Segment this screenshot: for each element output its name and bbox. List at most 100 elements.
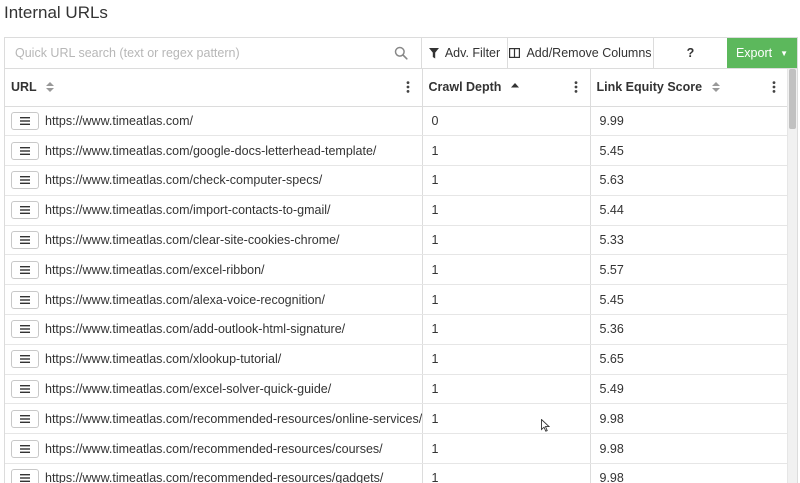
- sort-icon[interactable]: [45, 81, 54, 95]
- row-menu-button[interactable]: [11, 350, 39, 369]
- row-menu-button[interactable]: [11, 320, 39, 339]
- columns-icon: [509, 48, 521, 58]
- url-link[interactable]: https://www.timeatlas.com/recommended-re…: [45, 412, 421, 426]
- column-header-link-equity-score[interactable]: Link Equity Score: [590, 69, 788, 107]
- link-equity-score-cell: 5.33: [590, 225, 788, 256]
- url-link[interactable]: https://www.timeatlas.com/alexa-voice-re…: [45, 293, 325, 307]
- url-cell: https://www.timeatlas.com/add-outlook-ht…: [5, 314, 423, 345]
- crawl-depth-cell: 1: [422, 195, 591, 226]
- url-cell: https://www.timeatlas.com/import-contact…: [5, 195, 423, 226]
- table-row[interactable]: https://www.timeatlas.com/recommended-re…: [5, 463, 788, 483]
- table-row[interactable]: https://www.timeatlas.com/recommended-re…: [5, 403, 788, 435]
- url-link[interactable]: https://www.timeatlas.com/recommended-re…: [45, 442, 383, 456]
- crawl-depth-cell: 1: [422, 135, 591, 167]
- link-equity-score-cell: 5.45: [590, 135, 788, 167]
- row-menu-button[interactable]: [11, 409, 39, 428]
- add-remove-columns-label: Add/Remove Columns: [526, 46, 652, 60]
- row-menu-button[interactable]: [11, 380, 39, 399]
- url-cell: https://www.timeatlas.com/recommended-re…: [5, 463, 423, 483]
- crawl-depth-cell: 1: [422, 284, 591, 316]
- table-row[interactable]: https://www.timeatlas.com/0 9.99: [5, 106, 788, 137]
- column-menu-icon[interactable]: [772, 81, 776, 96]
- url-cell: https://www.timeatlas.com/: [5, 106, 423, 137]
- link-equity-score-cell: 5.45: [590, 284, 788, 316]
- link-equity-score-cell: 5.63: [590, 165, 788, 196]
- link-equity-score-cell: 5.57: [590, 254, 788, 286]
- crawl-depth-cell: 1: [422, 374, 591, 405]
- link-equity-score-cell: 5.49: [590, 374, 788, 405]
- url-cell: https://www.timeatlas.com/google-docs-le…: [5, 135, 423, 167]
- url-table: URL Crawl Depth Link Equity Score https:…: [5, 69, 788, 483]
- link-equity-score-cell: 5.65: [590, 344, 788, 375]
- column-header-url[interactable]: URL: [5, 69, 423, 107]
- crawl-depth-cell: 1: [422, 225, 591, 256]
- scrollbar-thumb[interactable]: [789, 69, 796, 129]
- row-menu-button[interactable]: [11, 141, 39, 160]
- filter-icon: [428, 47, 439, 58]
- url-cell: https://www.timeatlas.com/check-computer…: [5, 165, 423, 196]
- table-row[interactable]: https://www.timeatlas.com/xlookup-tutori…: [5, 344, 788, 375]
- link-equity-score-cell: 9.98: [590, 463, 788, 483]
- table-row[interactable]: https://www.timeatlas.com/excel-ribbon/1…: [5, 254, 788, 286]
- crawl-depth-cell: 1: [422, 403, 591, 435]
- url-cell: https://www.timeatlas.com/excel-solver-q…: [5, 374, 423, 405]
- link-equity-score-cell: 9.98: [590, 403, 788, 435]
- url-cell: https://www.timeatlas.com/recommended-re…: [5, 403, 423, 435]
- column-header-crawl-depth[interactable]: Crawl Depth: [422, 69, 591, 107]
- row-menu-button[interactable]: [11, 111, 39, 130]
- sort-ascending-icon[interactable]: [510, 81, 519, 95]
- table-row[interactable]: https://www.timeatlas.com/recommended-re…: [5, 433, 788, 465]
- crawl-depth-cell: 1: [422, 165, 591, 196]
- url-link[interactable]: https://www.timeatlas.com/excel-ribbon/: [45, 263, 265, 277]
- export-label: Export: [735, 46, 773, 60]
- url-link[interactable]: https://www.timeatlas.com/add-outlook-ht…: [45, 322, 345, 336]
- row-menu-button[interactable]: [11, 290, 39, 309]
- row-menu-button[interactable]: [11, 171, 39, 190]
- url-link[interactable]: https://www.timeatlas.com/xlookup-tutori…: [45, 352, 281, 366]
- url-link[interactable]: https://www.timeatlas.com/import-contact…: [45, 203, 331, 217]
- table-row[interactable]: https://www.timeatlas.com/excel-solver-q…: [5, 374, 788, 405]
- crawl-depth-cell: 1: [422, 463, 591, 483]
- vertical-scrollbar[interactable]: [787, 69, 797, 483]
- url-link[interactable]: https://www.timeatlas.com/recommended-re…: [45, 471, 383, 483]
- column-header-label: Crawl Depth: [428, 79, 502, 94]
- crawl-depth-cell: 1: [422, 314, 591, 345]
- toolbar: Adv. Filter Add/Remove Columns ? Export …: [5, 38, 797, 69]
- link-equity-score-cell: 5.36: [590, 314, 788, 345]
- url-link[interactable]: https://www.timeatlas.com/check-computer…: [45, 173, 322, 187]
- export-button[interactable]: Export ▼: [727, 38, 797, 68]
- table-row[interactable]: https://www.timeatlas.com/alexa-voice-re…: [5, 284, 788, 316]
- column-menu-icon[interactable]: [574, 81, 578, 96]
- table-row[interactable]: https://www.timeatlas.com/add-outlook-ht…: [5, 314, 788, 345]
- row-menu-button[interactable]: [11, 231, 39, 250]
- link-equity-score-cell: 5.44: [590, 195, 788, 226]
- table-row[interactable]: https://www.timeatlas.com/clear-site-coo…: [5, 225, 788, 256]
- table-body: https://www.timeatlas.com/0 9.99 https://w…: [5, 106, 788, 483]
- crawl-depth-cell: 1: [422, 344, 591, 375]
- row-menu-button[interactable]: [11, 439, 39, 458]
- add-remove-columns-button[interactable]: Add/Remove Columns: [507, 38, 653, 68]
- adv-filter-button[interactable]: Adv. Filter: [421, 38, 507, 68]
- url-link[interactable]: https://www.timeatlas.com/excel-solver-q…: [45, 382, 331, 396]
- sort-icon[interactable]: [711, 81, 720, 95]
- search-icon[interactable]: [394, 46, 408, 60]
- url-link[interactable]: https://www.timeatlas.com/: [45, 114, 193, 128]
- help-button[interactable]: ?: [653, 38, 727, 68]
- column-menu-icon[interactable]: [406, 81, 410, 96]
- table-row[interactable]: https://www.timeatlas.com/check-computer…: [5, 165, 788, 196]
- column-header-label: URL: [11, 79, 37, 94]
- search-input[interactable]: [5, 38, 420, 68]
- row-menu-button[interactable]: [11, 260, 39, 279]
- url-cell: https://www.timeatlas.com/xlookup-tutori…: [5, 344, 423, 375]
- url-link[interactable]: https://www.timeatlas.com/google-docs-le…: [45, 144, 376, 158]
- crawl-depth-cell: 1: [422, 254, 591, 286]
- url-link[interactable]: https://www.timeatlas.com/clear-site-coo…: [45, 233, 340, 247]
- url-cell: https://www.timeatlas.com/recommended-re…: [5, 433, 423, 465]
- table-row[interactable]: https://www.timeatlas.com/google-docs-le…: [5, 135, 788, 167]
- table-header-row: URL Crawl Depth Link Equity Score: [5, 69, 788, 107]
- link-equity-score-cell: 9.98: [590, 433, 788, 465]
- table-row[interactable]: https://www.timeatlas.com/import-contact…: [5, 195, 788, 226]
- row-menu-button[interactable]: [11, 201, 39, 220]
- adv-filter-label: Adv. Filter: [444, 46, 501, 60]
- link-equity-score-cell: 9.99: [590, 106, 788, 137]
